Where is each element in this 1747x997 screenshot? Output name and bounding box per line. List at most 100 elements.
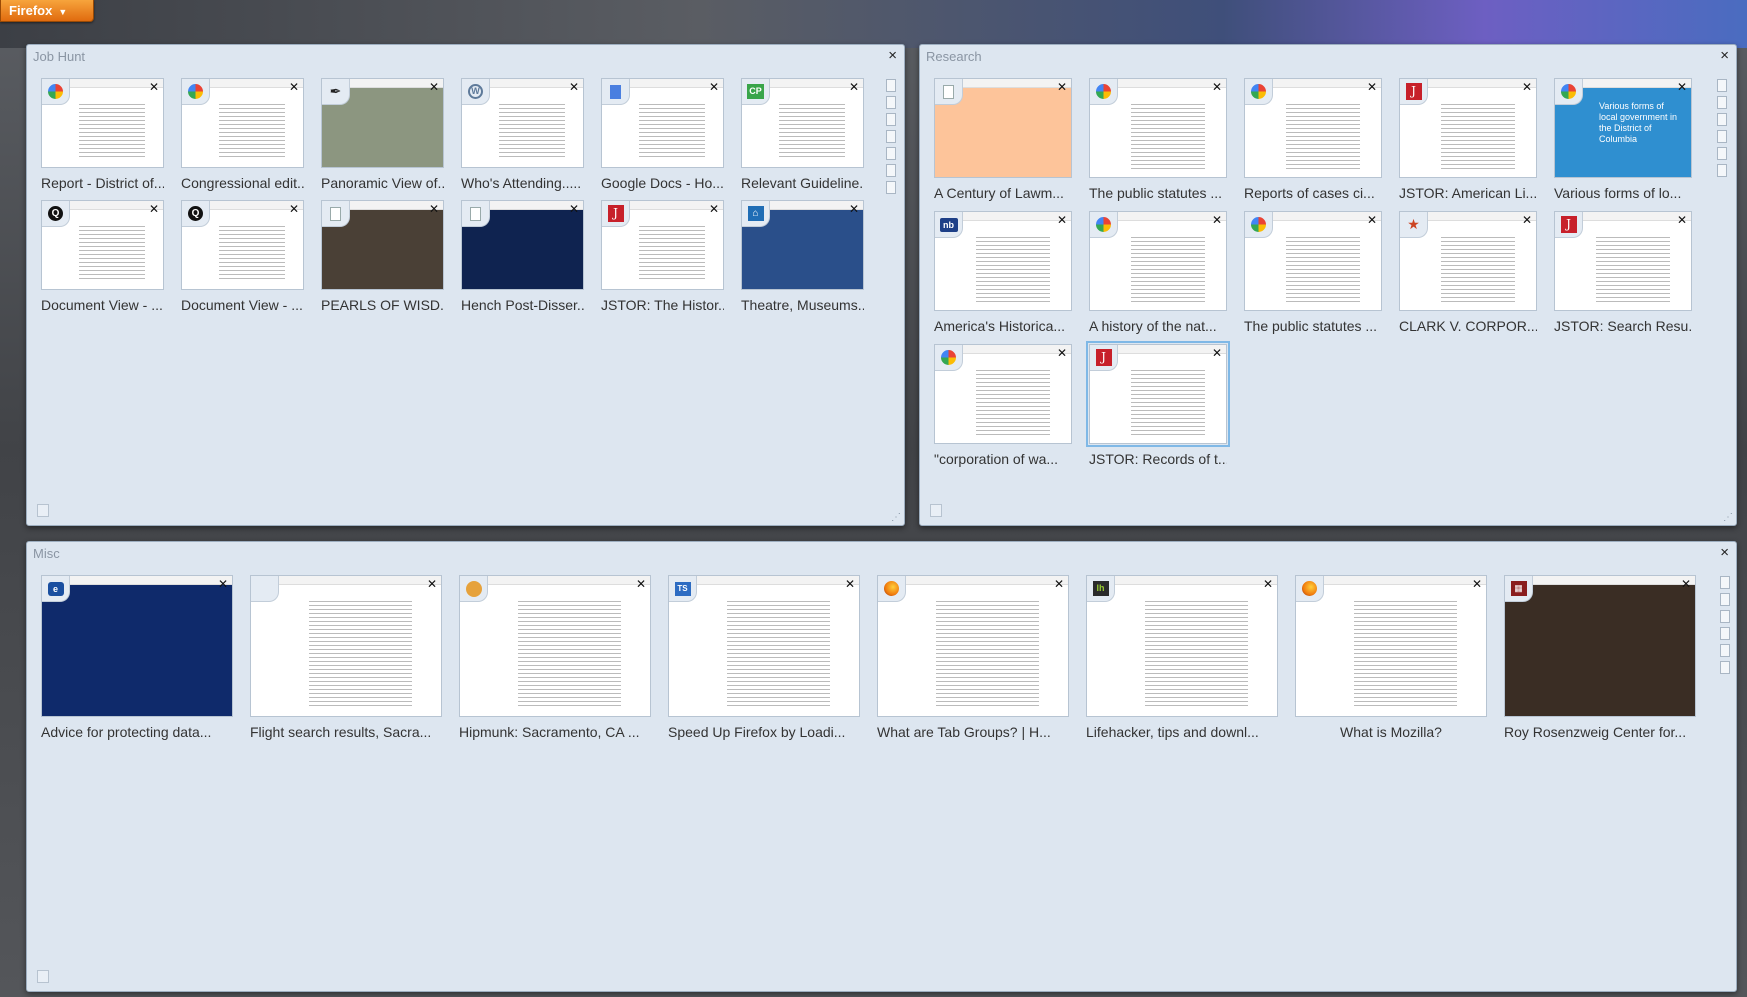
close-tab-icon[interactable]: ✕ bbox=[1212, 80, 1222, 94]
tab-thumbnail[interactable]: ✕ bbox=[321, 200, 444, 290]
tab-item[interactable]: ✕ The public statutes ... bbox=[1244, 211, 1382, 341]
tab-thumbnail[interactable]: ✕ bbox=[1089, 78, 1227, 178]
close-group-icon[interactable]: × bbox=[888, 47, 897, 64]
close-tab-icon[interactable]: ✕ bbox=[1212, 346, 1222, 360]
tab-thumbnail[interactable]: Various forms of local government in the… bbox=[1554, 78, 1692, 178]
close-tab-icon[interactable]: ✕ bbox=[1057, 213, 1067, 227]
tab-title[interactable]: Panoramic View of... bbox=[321, 175, 444, 191]
tab-thumbnail[interactable]: W ✕ bbox=[461, 78, 584, 168]
tab-item[interactable]: lh ✕ Lifehacker, tips and downl... bbox=[1086, 575, 1278, 747]
tab-title[interactable]: Document View - ... bbox=[181, 297, 304, 313]
tab-stack-overflow[interactable] bbox=[1717, 79, 1728, 181]
tab-item[interactable]: ✕ PEARLS OF WISD... bbox=[321, 200, 444, 320]
tab-item[interactable]: ▦ ✕ Roy Rosenzweig Center for... bbox=[1504, 575, 1696, 747]
tab-item[interactable]: ✕ The public statutes ... bbox=[1089, 78, 1227, 208]
tab-group-job-hunt[interactable]: Job Hunt × ⋰ ✕ Report - District of... ✕ Co… bbox=[26, 44, 905, 526]
tab-thumbnail[interactable]: Q ✕ bbox=[41, 200, 164, 290]
close-tab-icon[interactable]: ✕ bbox=[1263, 577, 1273, 591]
tab-title[interactable]: CLARK V. CORPOR... bbox=[1399, 318, 1537, 334]
tab-thumbnail[interactable]: ✒ ✕ bbox=[321, 78, 444, 168]
tab-item[interactable]: ✕ What are Tab Groups? | H... bbox=[877, 575, 1069, 747]
tab-item[interactable]: ★ ✕ CLARK V. CORPOR... bbox=[1399, 211, 1537, 341]
resize-handle[interactable]: ⋰ bbox=[891, 512, 901, 523]
tab-title[interactable]: The public statutes ... bbox=[1244, 318, 1382, 334]
tab-item[interactable]: W ✕ Who's Attending..... bbox=[461, 78, 584, 198]
tab-title[interactable]: What are Tab Groups? | H... bbox=[877, 724, 1069, 740]
tab-item[interactable]: ✕ What is Mozilla? bbox=[1295, 575, 1487, 747]
tab-title[interactable]: Google Docs - Ho... bbox=[601, 175, 724, 191]
tab-title[interactable]: Who's Attending..... bbox=[461, 175, 584, 191]
close-tab-icon[interactable]: ✕ bbox=[1677, 80, 1687, 94]
tab-item[interactable]: ✕ Congressional edit... bbox=[181, 78, 304, 198]
close-tab-icon[interactable]: ✕ bbox=[1522, 213, 1532, 227]
new-tab-in-group-button[interactable] bbox=[930, 504, 942, 517]
tab-item[interactable]: J ✕ JSTOR: Search Resu... bbox=[1554, 211, 1692, 341]
tab-group-research[interactable]: Research × ⋰ ✕ A Century of Lawm... ✕ The p… bbox=[919, 44, 1737, 526]
tab-title[interactable]: "corporation of wa... bbox=[934, 451, 1072, 467]
tab-title[interactable]: JSTOR: American Li... bbox=[1399, 185, 1537, 201]
tab-thumbnail[interactable]: J ✕ bbox=[1554, 211, 1692, 311]
tab-title[interactable]: Hench Post-Disser... bbox=[461, 297, 584, 313]
tab-item[interactable]: J ✕ JSTOR: Records of t... bbox=[1086, 341, 1230, 474]
tab-item[interactable]: Various forms of local government in the… bbox=[1554, 78, 1692, 208]
close-group-icon[interactable]: × bbox=[1720, 544, 1729, 561]
tab-thumbnail[interactable]: J ✕ bbox=[601, 200, 724, 290]
tab-thumbnail[interactable]: ✕ bbox=[181, 78, 304, 168]
close-tab-icon[interactable]: ✕ bbox=[427, 577, 437, 591]
close-tab-icon[interactable]: ✕ bbox=[849, 202, 859, 216]
firefox-menu-button[interactable]: Firefox ▼ bbox=[0, 0, 94, 22]
close-tab-icon[interactable]: ✕ bbox=[849, 80, 859, 94]
tab-thumbnail[interactable]: ✕ bbox=[1089, 211, 1227, 311]
close-tab-icon[interactable]: ✕ bbox=[845, 577, 855, 591]
resize-handle[interactable]: ⋰ bbox=[1723, 512, 1733, 523]
tab-item[interactable]: ✕ Reports of cases ci... bbox=[1244, 78, 1382, 208]
group-title[interactable]: Misc bbox=[33, 546, 60, 561]
tab-thumbnail[interactable]: ✕ bbox=[250, 575, 442, 717]
tab-thumbnail[interactable]: CP ✕ bbox=[741, 78, 864, 168]
tab-thumbnail[interactable]: ✕ bbox=[1244, 211, 1382, 311]
tab-stack-overflow[interactable] bbox=[1720, 576, 1731, 678]
tab-title[interactable]: Report - District of... bbox=[41, 175, 164, 191]
tab-title[interactable]: Theatre, Museums... bbox=[741, 297, 864, 313]
tab-title[interactable]: Document View - ... bbox=[41, 297, 164, 313]
close-tab-icon[interactable]: ✕ bbox=[289, 80, 299, 94]
tab-item[interactable]: ✕ Hipmunk: Sacramento, CA ... bbox=[459, 575, 651, 747]
tab-title[interactable]: A history of the nat... bbox=[1089, 318, 1227, 334]
close-tab-icon[interactable]: ✕ bbox=[636, 577, 646, 591]
close-tab-icon[interactable]: ✕ bbox=[1677, 213, 1687, 227]
tab-thumbnail[interactable]: ✕ bbox=[877, 575, 1069, 717]
tab-thumbnail[interactable]: ★ ✕ bbox=[1399, 211, 1537, 311]
tab-title[interactable]: Reports of cases ci... bbox=[1244, 185, 1382, 201]
close-tab-icon[interactable]: ✕ bbox=[149, 80, 159, 94]
tab-thumbnail[interactable]: ⌂ ✕ bbox=[741, 200, 864, 290]
tab-title[interactable]: Congressional edit... bbox=[181, 175, 304, 191]
tab-title[interactable]: Relevant Guideline... bbox=[741, 175, 864, 191]
tab-group-misc[interactable]: Misc × e ✕ Advice for protecting data... ✕ F… bbox=[26, 541, 1737, 992]
tab-item[interactable]: Q ✕ Document View - ... bbox=[181, 200, 304, 320]
tab-item[interactable]: e ✕ Advice for protecting data... bbox=[41, 575, 233, 747]
group-title[interactable]: Job Hunt bbox=[33, 49, 85, 64]
tab-title[interactable]: Lifehacker, tips and downl... bbox=[1086, 724, 1278, 740]
tab-item[interactable]: ✕ A Century of Lawm... bbox=[934, 78, 1072, 208]
tab-item[interactable]: ✕ Flight search results, Sacra... bbox=[250, 575, 442, 747]
close-tab-icon[interactable]: ✕ bbox=[709, 202, 719, 216]
tab-title[interactable]: Speed Up Firefox by Loadi... bbox=[668, 724, 860, 740]
close-tab-icon[interactable]: ✕ bbox=[1057, 346, 1067, 360]
tab-item[interactable]: ✕ Google Docs - Ho... bbox=[601, 78, 724, 198]
tab-item[interactable]: ✒ ✕ Panoramic View of... bbox=[321, 78, 444, 198]
new-tab-in-group-button[interactable] bbox=[37, 970, 49, 983]
close-tab-icon[interactable]: ✕ bbox=[1212, 213, 1222, 227]
tab-thumbnail[interactable]: ✕ bbox=[934, 78, 1072, 178]
tab-title[interactable]: Various forms of lo... bbox=[1554, 185, 1692, 201]
close-tab-icon[interactable]: ✕ bbox=[289, 202, 299, 216]
tab-thumbnail[interactable]: ✕ bbox=[601, 78, 724, 168]
tab-thumbnail[interactable]: e ✕ bbox=[41, 575, 233, 717]
close-tab-icon[interactable]: ✕ bbox=[569, 202, 579, 216]
close-tab-icon[interactable]: ✕ bbox=[149, 202, 159, 216]
tab-title[interactable]: A Century of Lawm... bbox=[934, 185, 1072, 201]
close-tab-icon[interactable]: ✕ bbox=[1367, 80, 1377, 94]
tab-title[interactable]: America's Historica... bbox=[934, 318, 1072, 334]
close-tab-icon[interactable]: ✕ bbox=[1057, 80, 1067, 94]
tab-thumbnail[interactable]: ✕ bbox=[459, 575, 651, 717]
tab-item[interactable]: ✕ Hench Post-Disser... bbox=[461, 200, 584, 320]
